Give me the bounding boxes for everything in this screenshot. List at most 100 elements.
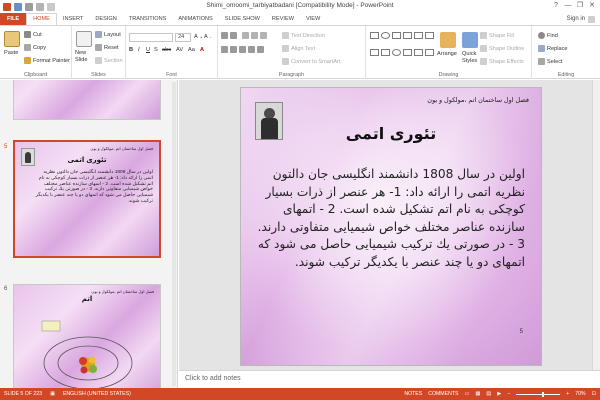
quick-styles-button[interactable]: Quick bbox=[462, 51, 476, 57]
thumbnail-slide-5[interactable]: فصل اول ساختمان اتم ،مولکول و یون تئوری … bbox=[13, 140, 161, 258]
tab-view[interactable]: VIEW bbox=[300, 13, 326, 25]
select-button[interactable]: Select bbox=[538, 58, 563, 65]
slide-body-text[interactable]: اولین در سال 1808 دانشمند انگلیسی جان دا… bbox=[255, 166, 525, 271]
indent-icon[interactable] bbox=[242, 32, 267, 39]
thumbnail-header: فصل اول ساختمان اتم ،مولکول و یون bbox=[90, 146, 153, 151]
reading-view-icon[interactable]: ▤ bbox=[486, 391, 491, 397]
spellcheck-icon[interactable]: ▣ bbox=[50, 391, 55, 397]
slide-title[interactable]: تئوری اتمی bbox=[241, 124, 541, 143]
quick-styles-label[interactable]: Styles bbox=[462, 58, 477, 64]
window-title: Shimi_omoomi_tarbiyatbadani [Compatibili… bbox=[206, 2, 394, 9]
convert-smartart-button[interactable]: Convert to SmartArt bbox=[282, 58, 340, 65]
editor-vertical-scrollbar[interactable] bbox=[592, 80, 600, 370]
new-slide-button[interactable]: New bbox=[75, 50, 86, 56]
normal-view-icon[interactable]: ▭ bbox=[464, 391, 469, 397]
tab-slide-show[interactable]: SLIDE SHOW bbox=[219, 13, 266, 25]
quick-styles-icon[interactable] bbox=[462, 32, 478, 48]
align-text-icon bbox=[282, 45, 289, 52]
slide-header[interactable]: فصل اول ساختمان اتم ،مولکول و یون bbox=[427, 96, 529, 104]
slides-label: Slides bbox=[91, 72, 106, 78]
tab-insert[interactable]: INSERT bbox=[57, 13, 89, 25]
ribbon: Paste Cut Copy Format Painter Clipboard … bbox=[0, 25, 600, 79]
slide-sorter-icon[interactable]: ▦ bbox=[475, 391, 480, 397]
zoom-out-icon[interactable]: − bbox=[507, 391, 510, 397]
close-button[interactable]: ✕ bbox=[586, 0, 598, 11]
language-status[interactable]: ENGLISH (UNITED STATES) bbox=[63, 391, 131, 397]
new-slide-label[interactable]: Slide bbox=[75, 57, 87, 63]
thumbnail-slide-4[interactable] bbox=[13, 80, 161, 120]
bullets-icon[interactable] bbox=[221, 32, 237, 39]
reset-button[interactable]: Reset bbox=[95, 44, 119, 51]
comments-toggle-button[interactable]: COMMENTS bbox=[428, 391, 458, 397]
format-painter-button[interactable]: Format Painter bbox=[24, 57, 70, 64]
arrange-button[interactable]: Arrange bbox=[437, 51, 457, 57]
align-icons[interactable] bbox=[221, 46, 264, 53]
strikethrough-button[interactable]: abc bbox=[162, 47, 171, 53]
paragraph-label: Paragraph bbox=[278, 72, 305, 78]
shape-outline-button[interactable]: Shape Outline bbox=[480, 45, 524, 52]
zoom-slider[interactable] bbox=[516, 391, 561, 397]
bold-button[interactable]: B bbox=[129, 47, 133, 53]
tab-animations[interactable]: ANIMATIONS bbox=[172, 13, 218, 25]
drawing-label: Drawing bbox=[438, 72, 459, 78]
cut-button[interactable]: Cut bbox=[24, 31, 42, 38]
italic-button[interactable]: I bbox=[138, 47, 140, 53]
shape-fill-button[interactable]: Shape Fill bbox=[480, 32, 514, 39]
clipboard-group: Paste Cut Copy Format Painter Clipboard bbox=[0, 26, 72, 79]
signin-link[interactable]: Sign in bbox=[567, 16, 585, 22]
smiley-feedback-icon[interactable] bbox=[588, 15, 595, 23]
tab-transitions[interactable]: TRANSITIONS bbox=[123, 13, 173, 25]
clipboard-label: Clipboard bbox=[23, 72, 48, 78]
shadow-button[interactable]: S bbox=[154, 47, 158, 53]
tab-design[interactable]: DESIGN bbox=[89, 13, 122, 25]
notes-placeholder: Click to add notes bbox=[185, 375, 241, 382]
minimize-button[interactable]: — bbox=[562, 0, 574, 11]
text-direction-button[interactable]: Text Direction bbox=[282, 32, 325, 39]
fit-to-window-icon[interactable]: ⊡ bbox=[592, 391, 596, 397]
font-size-box[interactable]: 24 bbox=[175, 33, 191, 42]
help-button[interactable]: ? bbox=[550, 0, 562, 11]
zoom-in-icon[interactable]: + bbox=[566, 391, 569, 397]
paintbrush-icon bbox=[24, 57, 31, 64]
pen-icon bbox=[480, 45, 487, 52]
layout-button[interactable]: Layout bbox=[95, 31, 121, 38]
font-name-box[interactable] bbox=[129, 33, 173, 42]
replace-button[interactable]: Replace bbox=[538, 45, 568, 52]
thumbnail-slide-6[interactable]: فصل اول ساختمان اتم ،مولکول و یون اتم bbox=[13, 284, 161, 388]
copy-button[interactable]: Copy bbox=[24, 44, 46, 51]
tab-file[interactable]: FILE bbox=[0, 13, 27, 25]
scissors-icon bbox=[24, 31, 31, 38]
decrease-font-icon[interactable]: A- bbox=[204, 34, 211, 40]
find-button[interactable]: Find bbox=[538, 32, 558, 39]
align-text-button[interactable]: Align Text bbox=[282, 45, 315, 52]
shapes-gallery[interactable] bbox=[370, 32, 434, 64]
copy-icon bbox=[24, 44, 31, 51]
increase-font-icon[interactable]: A + bbox=[194, 34, 202, 40]
notes-toggle-button[interactable]: NOTES bbox=[404, 391, 422, 397]
new-slide-icon[interactable] bbox=[76, 31, 92, 47]
font-color-button[interactable]: A bbox=[200, 47, 204, 53]
tab-home[interactable]: HOME bbox=[26, 13, 57, 25]
change-case-button[interactable]: Aa bbox=[188, 47, 195, 53]
notes-pane[interactable]: Click to add notes bbox=[179, 370, 600, 388]
text-direction-icon bbox=[282, 32, 289, 39]
font-label: Font bbox=[166, 72, 177, 78]
shape-effects-button[interactable]: Shape Effects bbox=[480, 58, 524, 65]
slideshow-view-icon[interactable]: ▶ bbox=[497, 391, 501, 397]
smartart-icon bbox=[282, 58, 289, 65]
underline-button[interactable]: U bbox=[146, 47, 150, 53]
thumbnail-scrollbar[interactable] bbox=[172, 82, 176, 386]
section-button[interactable]: Section bbox=[95, 57, 123, 64]
character-spacing-button[interactable]: AV bbox=[176, 47, 183, 53]
restore-button[interactable]: ❐ bbox=[574, 0, 586, 11]
tab-review[interactable]: REVIEW bbox=[266, 13, 300, 25]
zoom-level[interactable]: 70% bbox=[575, 391, 585, 397]
paste-button[interactable]: Paste bbox=[4, 50, 18, 56]
paste-icon[interactable] bbox=[4, 31, 20, 47]
slides-group: New Slide Layout Reset Section Slides bbox=[72, 26, 126, 79]
current-slide[interactable]: فصل اول ساختمان اتم ،مولکول و یون تئوری … bbox=[240, 87, 542, 366]
paragraph-group: Text Direction Align Text Convert to Sma… bbox=[218, 26, 366, 79]
effects-icon bbox=[480, 58, 487, 65]
status-bar: SLIDE 5 OF 223 ▣ ENGLISH (UNITED STATES)… bbox=[0, 388, 600, 400]
arrange-icon[interactable] bbox=[440, 32, 456, 48]
